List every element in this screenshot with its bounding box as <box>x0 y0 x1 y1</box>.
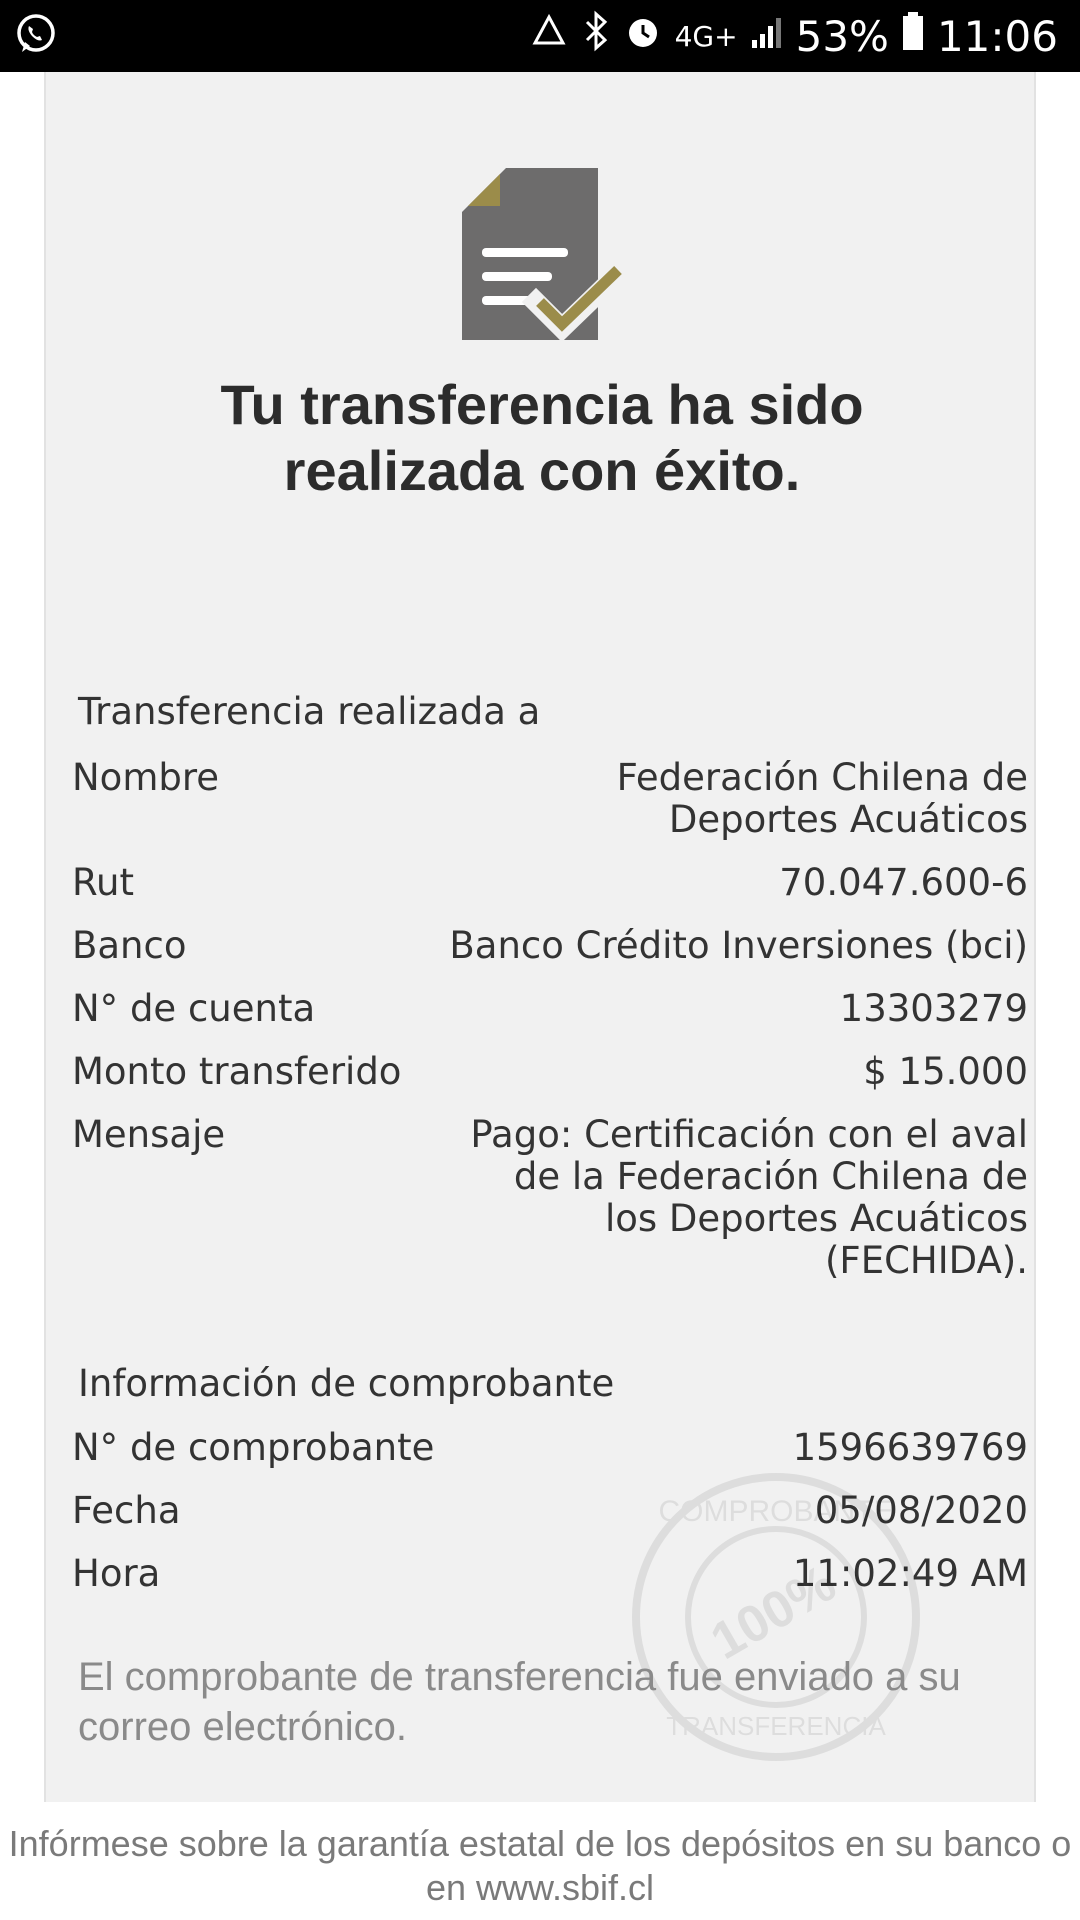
row-value: 70.047.600-6 <box>779 861 1028 904</box>
email-sent-note: El comprobante de transferencia fue envi… <box>78 1655 961 1749</box>
row-label: Banco <box>72 924 187 967</box>
section-title-voucher: Información de comprobante <box>78 1362 615 1405</box>
row-value: 1596639769 <box>792 1426 1028 1469</box>
bluetooth-icon <box>581 10 611 62</box>
signal-icon <box>750 12 784 60</box>
detail-row-cuenta: N° de cuenta 13303279 <box>72 988 1028 1030</box>
row-value: Federación Chilena de Deportes Acuáticos <box>616 756 1028 841</box>
recycle-icon <box>529 11 569 61</box>
detail-row-mensaje: Mensaje Pago: Certificación con el aval … <box>72 1114 1028 1282</box>
row-label: Hora <box>72 1552 161 1595</box>
receipt-card: Tu transferencia ha sido realizada con é… <box>44 72 1036 1802</box>
detail-row-monto: Monto transferido $ 15.000 <box>72 1051 1028 1093</box>
section-title-transfer: Transferencia realizada a <box>78 690 541 733</box>
row-label: Fecha <box>72 1489 181 1532</box>
row-value: Pago: Certificación con el aval de la Fe… <box>470 1113 1028 1282</box>
headline-line-2: realizada con éxito. <box>283 439 801 502</box>
row-label: Nombre <box>72 756 220 799</box>
success-headline: Tu transferencia ha sido realizada con é… <box>46 372 1038 504</box>
stamp-text-top: COMPROBANTE <box>658 1495 893 1528</box>
network-type: 4G+ <box>674 19 738 53</box>
row-label: Monto transferido <box>72 1050 402 1093</box>
row-label: Rut <box>72 861 135 904</box>
document-check-icon <box>462 168 637 343</box>
row-value: 13303279 <box>839 987 1028 1030</box>
headline-line-1: Tu transferencia ha sido <box>220 373 864 436</box>
row-label: Mensaje <box>72 1113 226 1156</box>
whatsapp-icon <box>14 12 58 61</box>
detail-row-banco: Banco Banco Crédito Inversiones (bci) <box>72 925 1028 967</box>
row-value: Banco Crédito Inversiones (bci) <box>449 924 1028 967</box>
status-bar: 4G+ 53% 11:06 <box>0 0 1080 72</box>
alarm-icon <box>623 11 663 61</box>
detail-row-rut: Rut 70.047.600-6 <box>72 862 1028 904</box>
clock: 11:06 <box>936 11 1058 61</box>
row-value: $ 15.000 <box>863 1050 1028 1093</box>
deposit-guarantee-footer: Infórmese sobre la garantía estatal de l… <box>8 1823 1072 1908</box>
battery-icon <box>901 11 925 61</box>
battery-percent: 53% <box>795 11 889 61</box>
row-label: N° de comprobante <box>72 1426 435 1469</box>
detail-row-nombre: Nombre Federación Chilena de Deportes Ac… <box>72 757 1028 841</box>
detail-row-comprobante: N° de comprobante 1596639769 <box>72 1427 1028 1469</box>
row-label: N° de cuenta <box>72 987 316 1030</box>
